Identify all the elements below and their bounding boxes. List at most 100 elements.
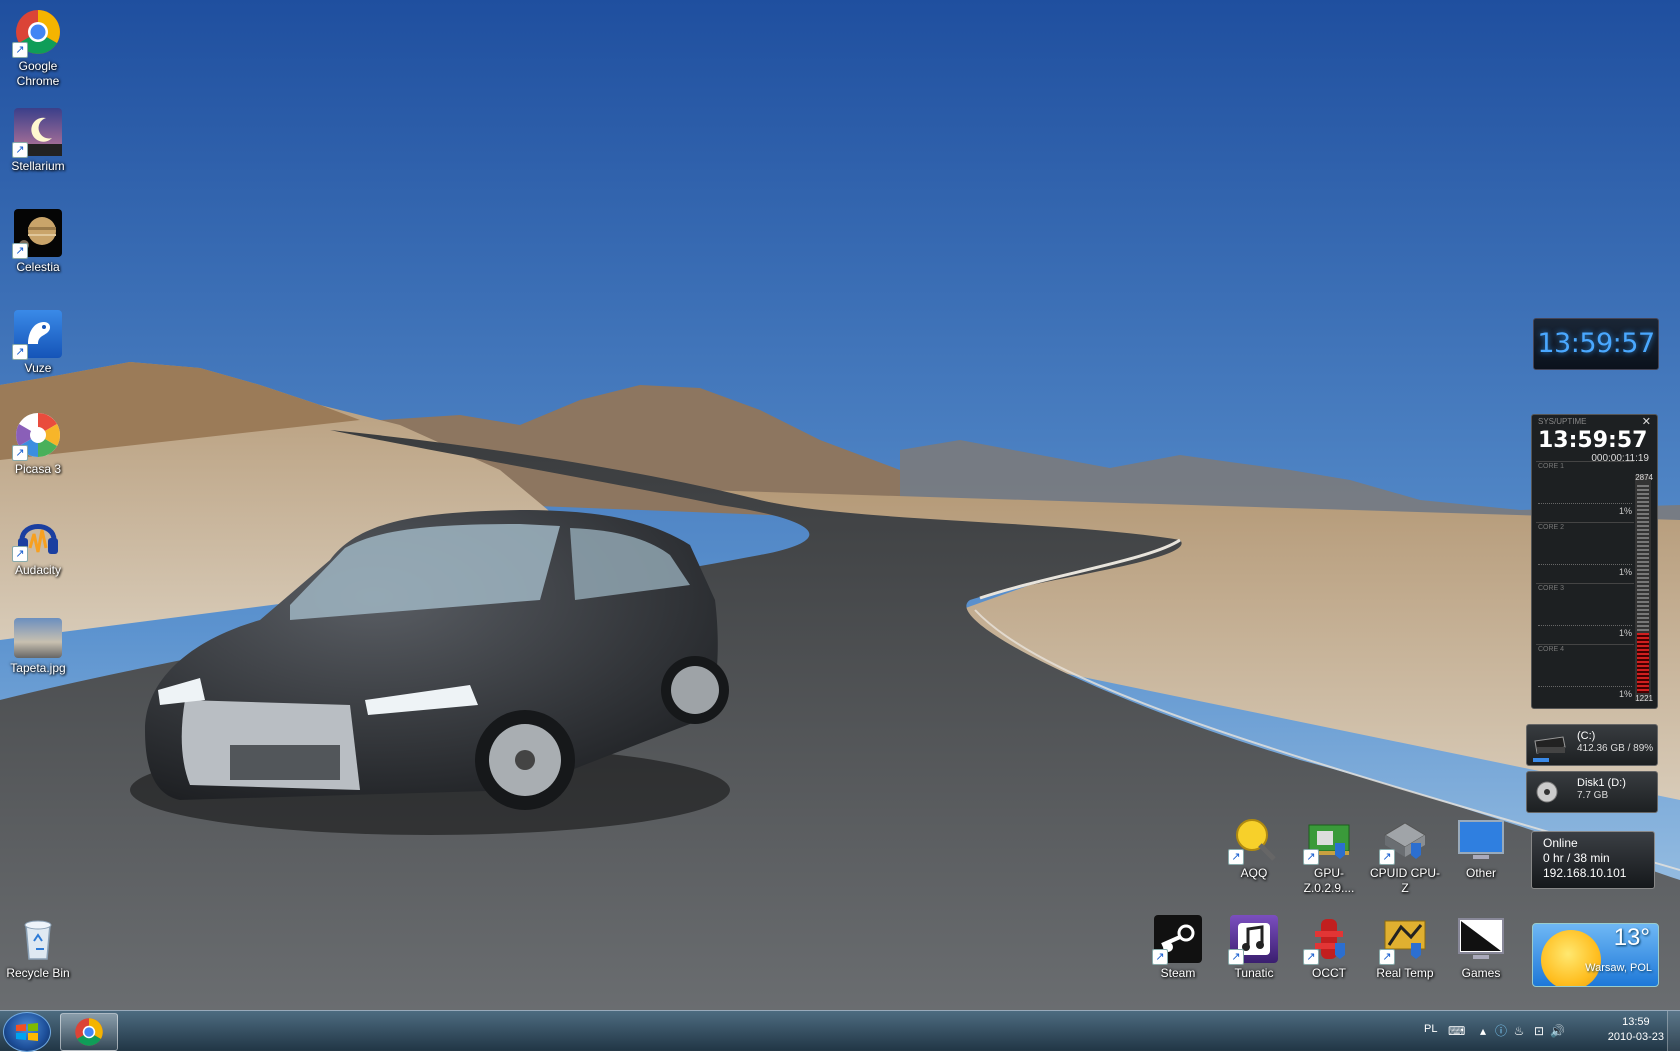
core-panel: CORE 4 1%	[1536, 644, 1634, 701]
language-indicator[interactable]: PL	[1424, 1023, 1437, 1035]
memory-total: 2874	[1635, 473, 1653, 482]
tunatic-icon: ↗	[1228, 915, 1278, 965]
desktop-icon-label: Steam	[1160, 966, 1196, 980]
shortcut-arrow-icon: ↗	[12, 142, 28, 158]
drive-size: 7.7 GB	[1577, 790, 1609, 801]
close-icon[interactable]: ✕	[1642, 415, 1651, 428]
taskbar-clock[interactable]: 13:59 2010-03-23	[1608, 1015, 1664, 1045]
taskbar-pinned-chrome[interactable]	[60, 1013, 118, 1051]
core-percent: 1%	[1618, 689, 1632, 699]
image-file-icon	[14, 618, 62, 658]
windows-logo-icon	[16, 1023, 38, 1041]
desktop-icon-other[interactable]: Other	[1443, 815, 1519, 881]
desktop-icon-label: CPUID CPU-Z	[1369, 866, 1440, 895]
desktop-icon-chrome[interactable]: ↗ Google Chrome	[0, 8, 76, 89]
memory-bar: 2874 1221	[1635, 473, 1653, 703]
core-percent: 1%	[1618, 628, 1632, 638]
core-graph	[1538, 503, 1632, 504]
chrome-icon: ↗	[12, 8, 62, 58]
recycle-bin-icon	[14, 915, 62, 963]
show-desktop-button[interactable]	[1667, 1011, 1680, 1051]
desktop-icon-label: Google Chrome	[16, 59, 60, 88]
cpu-meter-gadget[interactable]: SYS/UPTIME ✕ 13:59:57 000:00:11:19 CORE …	[1531, 414, 1658, 709]
shortcut-arrow-icon: ↗	[12, 243, 28, 259]
desktop-icon-audacity[interactable]: ↗ Audacity	[0, 512, 76, 578]
vuze-icon: ↗	[12, 310, 62, 360]
core-percent: 1%	[1618, 506, 1632, 516]
desktop-icon-label: Audacity	[14, 563, 62, 577]
desktop-icon-label: Celestia	[16, 260, 60, 274]
shortcut-arrow-icon: ↗	[1228, 849, 1244, 865]
celestia-icon: ↗	[12, 209, 62, 259]
desktop-icon-occt[interactable]: ↗ OCCT	[1291, 915, 1367, 981]
occt-icon: ↗	[1303, 915, 1353, 965]
core-panel: CORE 2 1%	[1536, 522, 1634, 579]
core-percent: 1%	[1618, 567, 1632, 577]
memory-free-fill	[1637, 485, 1649, 635]
shortcut-arrow-icon: ↗	[1379, 949, 1395, 965]
desktop-icon-cpuz[interactable]: ↗ CPUID CPU-Z	[1367, 815, 1443, 896]
steam-tray-icon[interactable]: ♨	[1512, 1024, 1526, 1038]
taskbar-date: 2010-03-23	[1607, 1031, 1664, 1043]
desktop-icon-realtemp[interactable]: ↗ Real Temp	[1367, 915, 1443, 981]
steam-icon: ↗	[1152, 915, 1202, 965]
memory-used-fill	[1637, 633, 1649, 693]
digital-clock-gadget[interactable]: 13:59:57	[1533, 318, 1659, 370]
stellarium-icon: ↗	[12, 108, 62, 158]
drive-gadget-d[interactable]: Disk1 (D:) 7.7 GB	[1526, 771, 1658, 813]
keyboard-icon[interactable]: ⌨	[1448, 1024, 1465, 1038]
cpu-meter-header: SYS/UPTIME	[1538, 417, 1587, 426]
drive-gadget-c[interactable]: (C:) 412.36 GB / 89%	[1526, 724, 1658, 766]
shortcut-arrow-icon: ↗	[12, 445, 28, 461]
drive-size: 412.36 GB / 89%	[1577, 743, 1654, 754]
network-ip: 192.168.10.101	[1543, 866, 1627, 880]
weather-gadget[interactable]: 13° Warsaw, POL	[1532, 923, 1659, 987]
desktop-icon-label: Tapeta.jpg	[10, 661, 66, 675]
shortcut-arrow-icon: ↗	[12, 344, 28, 360]
desktop-icon-picasa[interactable]: ↗ Picasa 3	[0, 411, 76, 477]
core-name: CORE 4	[1538, 646, 1565, 653]
core-panel: CORE 1 1%	[1536, 461, 1634, 518]
drive-name: (C:)	[1577, 730, 1596, 742]
core-graph	[1538, 686, 1632, 687]
desktop-icon-stellarium[interactable]: ↗ Stellarium	[0, 108, 76, 174]
desktop-icon-tapeta[interactable]: Tapeta.jpg	[0, 618, 76, 676]
shortcut-arrow-icon: ↗	[12, 42, 28, 58]
memory-used: 1221	[1635, 694, 1653, 703]
desktop-icon-label: AQQ	[1240, 866, 1268, 880]
desktop-icon-recycle-bin[interactable]: Recycle Bin	[0, 915, 76, 981]
shortcut-arrow-icon: ↗	[1152, 949, 1168, 965]
shortcut-arrow-icon: ↗	[1228, 949, 1244, 965]
drive-name: Disk1 (D:)	[1577, 777, 1626, 789]
gpuz-icon: ↗	[1303, 815, 1353, 865]
chrome-icon	[75, 1018, 103, 1046]
network-duration: 0 hr / 38 min	[1543, 851, 1610, 865]
shortcut-arrow-icon: ↗	[1303, 849, 1319, 865]
core-name: CORE 1	[1538, 463, 1565, 470]
desktop-icon-steam[interactable]: ↗ Steam	[1140, 915, 1216, 981]
monitor-icon	[1457, 815, 1505, 863]
desktop-icon-celestia[interactable]: ↗ Celestia	[0, 209, 76, 275]
shortcut-arrow-icon: ↗	[1379, 849, 1395, 865]
aqq-icon: ↗	[1228, 815, 1278, 865]
start-button[interactable]	[3, 1012, 51, 1052]
info-icon[interactable]: ⓘ	[1494, 1024, 1508, 1038]
core-name: CORE 2	[1538, 524, 1565, 531]
show-hidden-icons-icon[interactable]: ▴	[1476, 1024, 1490, 1038]
cpuz-icon: ↗	[1379, 815, 1429, 865]
volume-icon[interactable]: 🔊	[1550, 1024, 1565, 1038]
desktop-icon-gpuz[interactable]: ↗ GPU-Z.0.2.9....	[1291, 815, 1367, 896]
disc-drive-icon	[1536, 781, 1558, 803]
hard-drive-icon	[1534, 736, 1566, 754]
desktop-icon-vuze[interactable]: ↗ Vuze	[0, 310, 76, 376]
weather-temperature: 13°	[1613, 924, 1650, 951]
games-icon	[1457, 915, 1505, 963]
desktop-icon-games[interactable]: Games	[1443, 915, 1519, 981]
desktop-icon-tunatic[interactable]: ↗ Tunatic	[1216, 915, 1292, 981]
desktop-icon-label: Vuze	[24, 361, 52, 375]
network-gadget[interactable]: Online 0 hr / 38 min 192.168.10.101	[1531, 831, 1655, 889]
desktop-icon-label: Other	[1465, 866, 1496, 880]
network-tray-icon[interactable]: ⊡	[1532, 1024, 1546, 1038]
desktop-icon-aqq[interactable]: ↗ AQQ	[1216, 815, 1292, 881]
taskbar: PL ⌨ ▴ ⓘ ♨ ⊡ 🔊 13:59 2010-03-23	[0, 1010, 1680, 1052]
